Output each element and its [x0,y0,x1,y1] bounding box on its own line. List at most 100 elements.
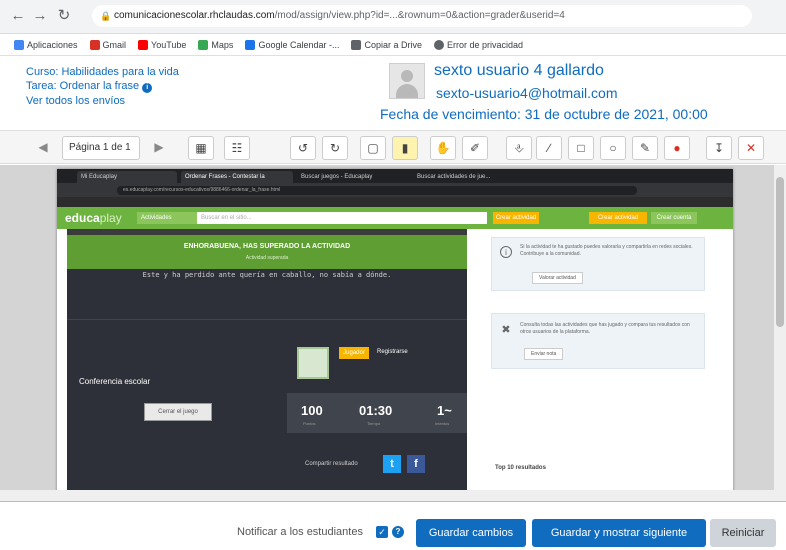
color-icon[interactable]: ● [664,136,690,160]
notify-students-label: Notificar a los estudiantes [237,526,363,538]
task-link[interactable]: Tarea: Ordenar la frase i [26,80,153,93]
bookmark-label: Google Calendar -... [258,39,340,50]
embedded-tab: Ordenar Frases - Contestar la [181,171,293,183]
help-icon[interactable]: ? [392,526,404,538]
logo-accent: play [99,211,122,225]
notify-students-checkbox[interactable]: ✓ [376,526,388,538]
bookmark-youtube[interactable]: YouTube [138,39,187,50]
bookmarks-bar: Aplicaciones Gmail YouTube Maps Google C… [0,34,786,56]
rotate-right-icon[interactable]: ↻ [322,136,348,160]
vertical-scrollbar-thumb[interactable] [776,177,784,327]
bookmark-label: Maps [211,39,234,50]
info-icon[interactable]: i [142,83,153,93]
attempts-label: Intentos [435,421,450,426]
bookmark-privacy[interactable]: Error de privacidad [434,39,524,50]
bookmark-label: Gmail [102,39,127,50]
result-divider [67,319,467,320]
embedded-tab-strip: Mi Educaplay Ordenar Frases - Contestar … [57,169,733,183]
player-badge: Jugador [339,347,369,359]
grade-card-button: Enviar nota [524,348,564,360]
embedded-activity-button: Crear actividad [589,212,647,224]
view-all-submissions-link[interactable]: Ver todos los envíos [26,95,125,107]
due-date: Fecha de vencimiento: 31 de octubre de 2… [380,106,708,122]
bookmark-aplicaciones[interactable]: Aplicaciones [14,39,78,50]
embedded-top-strip [57,197,733,207]
address-bar[interactable]: 🔒 comunicacionescolar.rhclaudas.com/mod/… [92,5,752,27]
user-name[interactable]: sexto usuario 4 gallardo [434,62,604,80]
bookmark-maps[interactable]: Maps [198,39,234,50]
facebook-icon: f [407,455,425,473]
bookmark-label: Error de privacidad [447,39,524,50]
attempts-value: 1~ [437,403,452,418]
prev-page-icon[interactable]: ◀ [30,136,56,160]
time-value: 01:30 [359,403,393,418]
url-path: /mod/assign/view.php?id=...&rownum=0&act… [274,10,565,21]
result-language: Conferencia escolar [79,377,151,386]
pen-icon[interactable]: ✐ [462,136,488,160]
rate-card-button: Valorar actividad [532,272,583,284]
select-icon[interactable]: ▢ [360,136,386,160]
rotate-left-icon[interactable]: ↺ [290,136,316,160]
close-icon[interactable]: ✕ [738,136,764,160]
bookmark-label: Aplicaciones [27,39,78,50]
top-results-label: Top 10 resultados [495,465,546,471]
user-avatar [389,63,425,99]
expand-icon[interactable]: ▦ [188,136,214,160]
comment-icon[interactable]: ▮ [392,136,418,160]
share-label: Compartir resultado [305,461,358,467]
result-stats: 100 Puntos 01:30 Tiempo 1~ Intentos [287,393,467,433]
horizontal-scrollbar[interactable] [0,490,774,501]
apps-icon [14,39,24,50]
lock-icon: 🔒 [100,11,112,21]
save-and-next-button[interactable]: Guardar y mostrar siguiente [532,519,706,547]
search-comments-icon[interactable]: ☷ [224,136,250,160]
embedded-tab: Mi Educaplay [77,171,177,183]
embedded-result-panel: ENHORABUENA, HAS SUPERADO LA ACTIVIDAD A… [67,229,467,501]
rectangle-icon[interactable]: □ [568,136,594,160]
gmail-icon [89,39,100,50]
vertical-scrollbar[interactable] [774,165,786,501]
result-message: Este y ha perdido ante quería en caballo… [142,271,392,279]
info-icon: i [500,246,512,258]
embedded-tab: Buscar juegos - Educaplay [301,174,373,180]
time-label: Tiempo [367,421,381,426]
course-link[interactable]: Curso: Habilidades para la vida [26,66,179,78]
embedded-search: Buscar en el sitio... [197,212,487,224]
line-icon[interactable]: ∕ [536,136,562,160]
reset-button[interactable]: Reiniciar [710,519,776,547]
browser-toolbar: ← → ↻ 🔒 comunicacionescolar.rhclaudas.co… [0,0,786,34]
next-page-icon[interactable]: ▶ [146,136,172,160]
submission-viewer[interactable]: Mi Educaplay Ordenar Frases - Contestar … [0,165,786,502]
stamp-icon[interactable]: ✋ [430,136,456,160]
save-changes-button[interactable]: Guardar cambios [416,519,526,547]
embedded-category-select: Actividades [137,212,197,224]
grade-card: ✖ Consulta todas las actividades que has… [491,313,705,369]
page-select[interactable]: Página 1 de 1 [62,136,140,160]
youtube-icon [138,39,149,50]
reload-icon[interactable]: ↻ [54,6,74,26]
congrats-subtitle: Actividad superada [245,255,289,261]
bookmark-drive[interactable]: Copiar a Drive [351,39,423,50]
oval-icon[interactable]: ○ [600,136,626,160]
congrats-title: ENHORABUENA, HAS SUPERADO LA ACTIVIDAD [183,243,351,250]
score-label: Puntos [303,421,316,426]
text-select-icon[interactable]: ⎀ [506,136,532,160]
bookmark-label: Copiar a Drive [364,39,423,50]
calendar-icon [245,39,256,50]
embedded-address-bar: es.educaplay.com/recursos-educativos/988… [57,183,733,197]
embedded-url: es.educaplay.com/recursos-educativos/988… [117,186,637,195]
highlighter-icon[interactable]: ✎ [632,136,658,160]
educaplay-navbar: educaplay Actividades Buscar en el sitio… [57,207,733,229]
forward-icon[interactable]: → [30,6,50,26]
grade-card-text: Consulta todas las actividades que has j… [520,322,690,335]
globe-icon [434,39,445,50]
embedded-sidebar: i Si la actividad te ha gustado puedes v… [483,229,723,501]
maps-icon [198,39,209,50]
drive-icon [351,39,362,50]
bookmark-gmail[interactable]: Gmail [89,39,127,50]
back-icon[interactable]: ← [8,6,28,26]
bookmark-label: YouTube [151,39,187,50]
download-icon[interactable]: ↧ [706,136,732,160]
bookmark-calendar[interactable]: Google Calendar -... [245,39,340,50]
rate-card: i Si la actividad te ha gustado puedes v… [491,237,705,291]
